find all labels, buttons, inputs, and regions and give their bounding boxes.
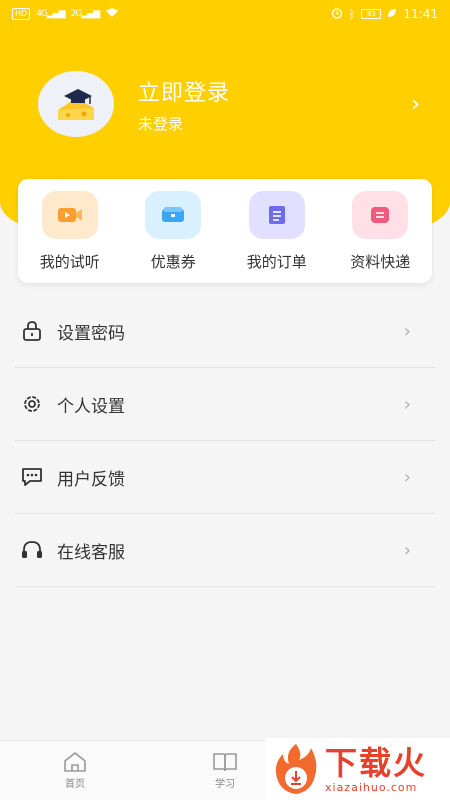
alarm-icon <box>331 7 343 22</box>
menu-item-feedback[interactable]: 用户反馈 › <box>15 441 435 514</box>
menu-item-customer-service[interactable]: 在线客服 › <box>15 514 435 587</box>
menu-item-set-password[interactable]: 设置密码 › <box>15 295 435 368</box>
wifi-icon <box>105 7 119 21</box>
watermark-title: 下载火 <box>325 743 428 782</box>
watermark-url: xiazaihuo.com <box>325 780 418 794</box>
quick-label: 优惠券 <box>150 253 196 271</box>
quick-item-materials[interactable]: 资料快递 <box>335 191 425 272</box>
menu-label: 个人设置 <box>57 396 125 417</box>
cheese-graduate-icon <box>58 89 94 120</box>
chevron-right-icon: › <box>403 466 411 488</box>
tab-label: 学习 <box>215 779 235 790</box>
quick-label: 资料快递 <box>350 253 411 271</box>
bluetooth-icon: ᛒ <box>348 7 356 21</box>
gear-icon <box>19 391 45 417</box>
avatar[interactable] <box>38 71 114 137</box>
menu-item-personal-settings[interactable]: 个人设置 › <box>15 368 435 441</box>
menu-label: 设置密码 <box>57 323 125 344</box>
order-icon <box>248 191 305 239</box>
headset-icon <box>19 537 45 563</box>
signal-icon-2: 2G▂▄▆ <box>70 9 100 19</box>
signal-icon: 4G▂▄▆ <box>36 9 65 19</box>
clock-time: 11:41 <box>403 7 438 21</box>
menu-label: 在线客服 <box>57 542 125 563</box>
quick-item-trial[interactable]: 我的试听 <box>25 191 115 272</box>
leaf-icon <box>387 7 397 21</box>
coupon-icon <box>145 191 202 239</box>
login-banner[interactable]: 立即登录 未登录 › <box>38 70 420 138</box>
tab-home[interactable]: 首页 <box>0 741 150 800</box>
quick-label: 我的订单 <box>246 253 307 271</box>
quick-item-coupon[interactable]: 优惠券 <box>128 191 218 272</box>
settings-menu: 设置密码 › 个人设置 › 用户反馈 › 在线客服 › <box>15 295 435 587</box>
status-bar: HD 4G▂▄▆ 2G▂▄▆ ᛒ 83 11:41 <box>0 0 450 28</box>
chevron-right-icon: › <box>403 320 411 342</box>
battery-icon: 83 <box>361 9 382 19</box>
hd-badge: HD <box>12 8 31 20</box>
tab-label: 首页 <box>65 779 85 790</box>
home-icon <box>64 752 86 772</box>
watermark-logo: 下载火 xiazaihuo.com <box>265 738 450 800</box>
chat-icon <box>19 464 45 490</box>
chevron-right-icon: › <box>403 393 411 415</box>
quick-actions-card: 我的试听 优惠券 我的订单 资料快递 <box>18 179 432 283</box>
chevron-right-icon[interactable]: › <box>411 92 420 117</box>
flame-download-icon <box>275 744 317 794</box>
chevron-right-icon: › <box>403 539 411 561</box>
quick-label: 我的试听 <box>39 253 100 271</box>
video-icon <box>41 191 98 239</box>
lock-icon <box>19 318 45 344</box>
menu-label: 用户反馈 <box>57 469 125 490</box>
login-status: 未登录 <box>138 114 184 133</box>
quick-item-orders[interactable]: 我的订单 <box>232 191 322 272</box>
book-icon <box>213 753 237 772</box>
login-title[interactable]: 立即登录 <box>138 75 411 107</box>
material-icon <box>352 191 409 239</box>
